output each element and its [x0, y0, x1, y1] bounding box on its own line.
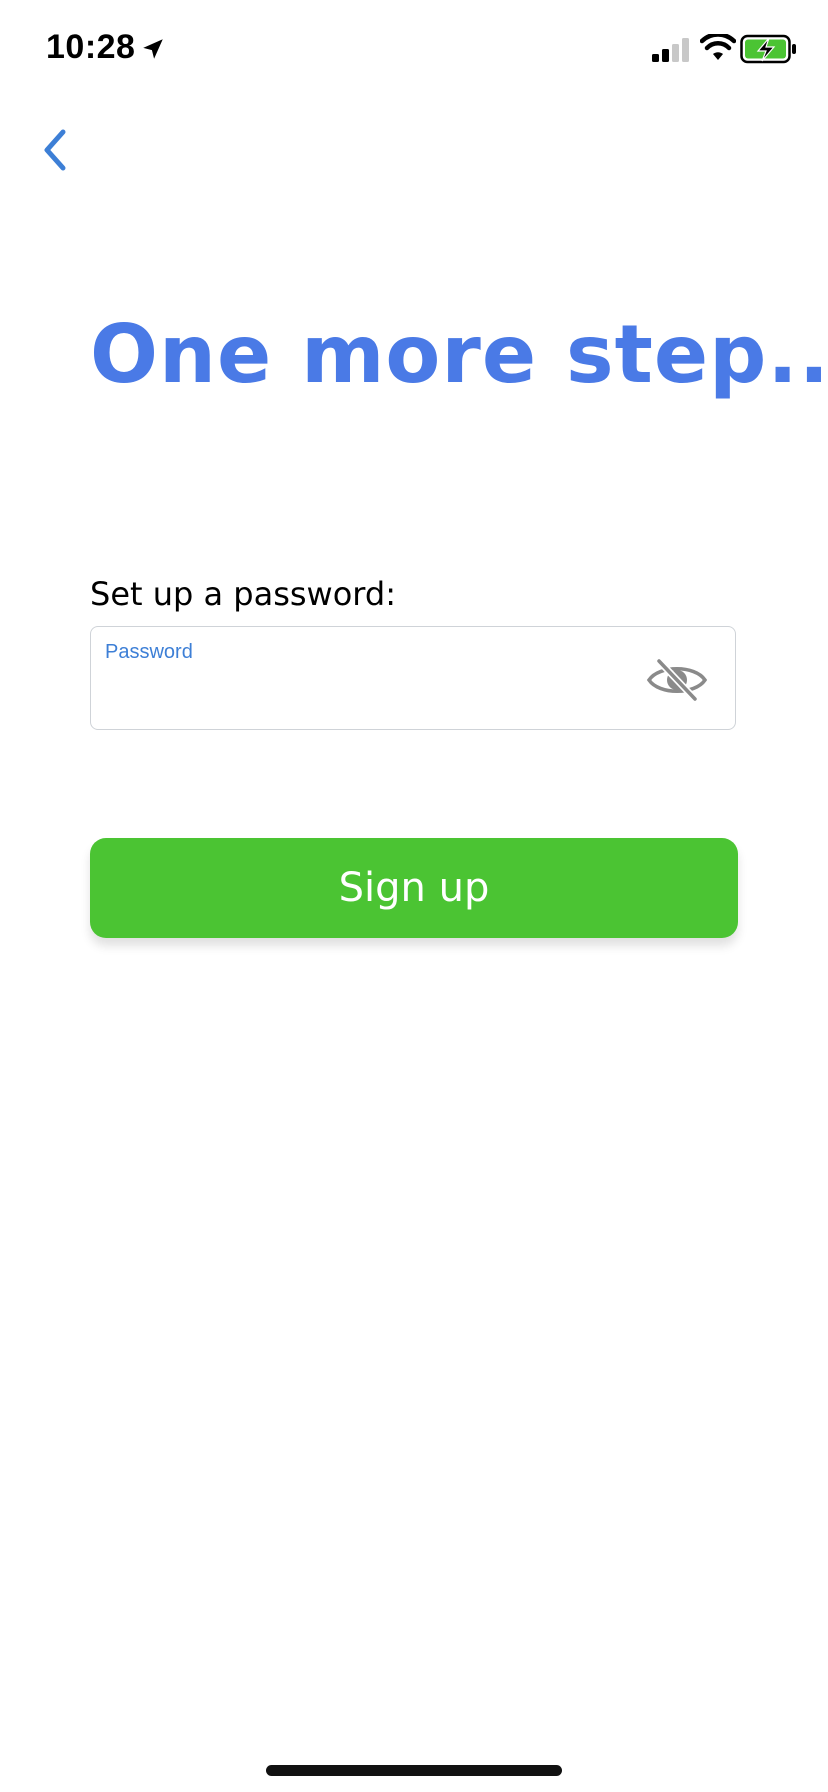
password-input[interactable]: [105, 675, 625, 715]
battery-charging-icon: [740, 34, 796, 64]
location-arrow-icon: [143, 39, 163, 59]
password-field-label: Password: [105, 641, 193, 663]
password-visibility-toggle[interactable]: [645, 657, 709, 703]
page-title: One more step...: [90, 308, 828, 401]
sign-up-button[interactable]: Sign up: [90, 838, 738, 938]
status-time: 10:28: [46, 28, 136, 66]
password-field[interactable]: Password: [90, 626, 736, 730]
home-indicator[interactable]: [266, 1765, 562, 1776]
status-bar: 10:28: [0, 0, 828, 100]
eye-off-icon: [646, 658, 708, 702]
password-section-label: Set up a password:: [90, 575, 396, 613]
wifi-icon: [700, 34, 736, 60]
back-button[interactable]: [30, 122, 78, 178]
cellular-signal-icon: [652, 38, 689, 62]
chevron-left-icon: [44, 129, 66, 171]
